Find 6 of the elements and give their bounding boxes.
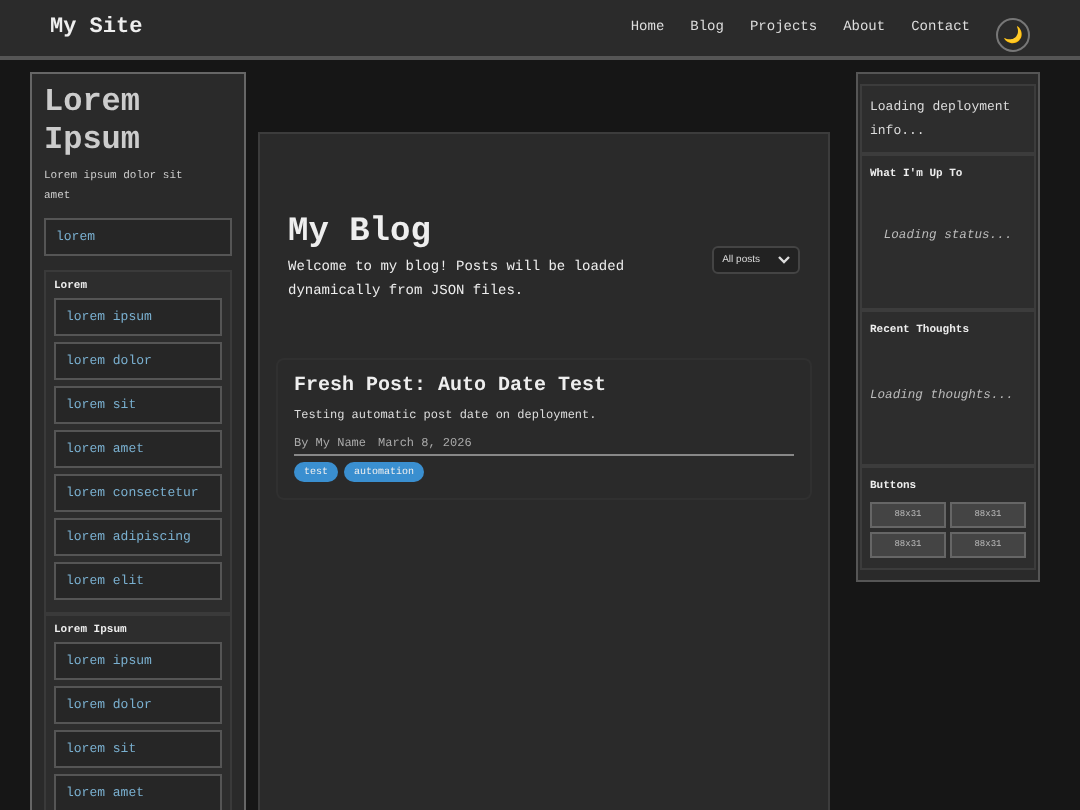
theme-toggle-button[interactable]: 🌙: [996, 17, 1030, 51]
site-title[interactable]: My Site: [50, 16, 143, 40]
sidebar-title: Lorem Ipsum: [44, 84, 143, 161]
post-title[interactable]: Fresh Post: Auto Date Test: [294, 375, 794, 397]
chevron-down-icon: [778, 256, 790, 264]
page-title: My Blog: [288, 214, 433, 252]
